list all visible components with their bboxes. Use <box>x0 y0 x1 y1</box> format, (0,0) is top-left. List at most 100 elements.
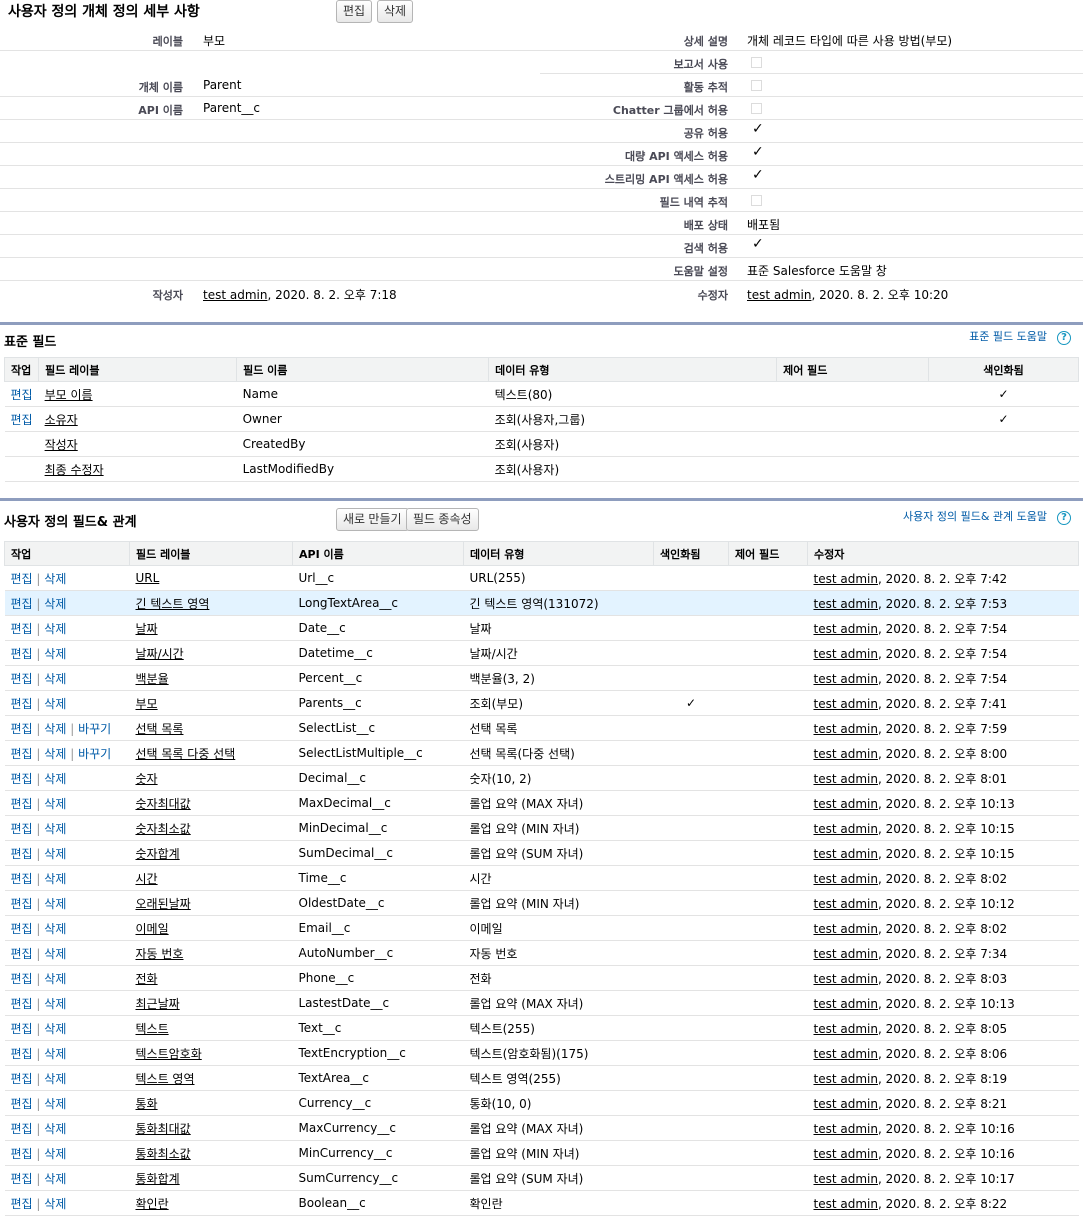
field-label-link[interactable]: 확인란 <box>136 1197 169 1211</box>
modified-by-user-link[interactable]: test admin <box>814 722 878 736</box>
delete-link[interactable]: 삭제 <box>44 1097 66 1111</box>
delete-link[interactable]: 삭제 <box>44 1197 66 1211</box>
modified-by-user-link[interactable]: test admin <box>814 1122 878 1136</box>
modified-by-user-link[interactable]: test admin <box>814 622 878 636</box>
delete-link[interactable]: 삭제 <box>44 1122 66 1136</box>
delete-link[interactable]: 삭제 <box>44 1047 66 1061</box>
edit-link[interactable]: 편집 <box>11 388 33 402</box>
delete-link[interactable]: 삭제 <box>44 772 66 786</box>
edit-link[interactable]: 편집 <box>11 672 33 686</box>
delete-link[interactable]: 삭제 <box>44 997 66 1011</box>
field-label-link[interactable]: 부모 <box>136 697 158 711</box>
modified-by-user-link[interactable]: test admin <box>814 797 878 811</box>
edit-link[interactable]: 편집 <box>11 1072 33 1086</box>
delete-object-button[interactable]: 삭제 <box>377 0 414 23</box>
modified-by-user-link[interactable]: test admin <box>814 572 878 586</box>
delete-link[interactable]: 삭제 <box>44 747 66 761</box>
edit-link[interactable]: 편집 <box>11 947 33 961</box>
modified-by-user-link[interactable]: test admin <box>814 847 878 861</box>
modified-by-user-link[interactable]: test admin <box>814 1047 878 1061</box>
created-by-user-link[interactable]: test admin <box>203 288 267 302</box>
edit-link[interactable]: 편집 <box>11 822 33 836</box>
delete-link[interactable]: 삭제 <box>44 972 66 986</box>
modified-by-user-link[interactable]: test admin <box>814 1022 878 1036</box>
new-field-button[interactable]: 새로 만들기 <box>336 508 409 531</box>
delete-link[interactable]: 삭제 <box>44 672 66 686</box>
edit-link[interactable]: 편집 <box>11 1172 33 1186</box>
edit-link[interactable]: 편집 <box>11 1122 33 1136</box>
field-label-link[interactable]: 소유자 <box>45 413 78 427</box>
edit-link[interactable]: 편집 <box>11 647 33 661</box>
delete-link[interactable]: 삭제 <box>44 572 66 586</box>
edit-link[interactable]: 편집 <box>11 597 33 611</box>
delete-link[interactable]: 삭제 <box>44 1147 66 1161</box>
delete-link[interactable]: 삭제 <box>44 722 66 736</box>
modified-by-user-link[interactable]: test admin <box>814 1172 878 1186</box>
field-label-link[interactable]: 자동 번호 <box>136 947 184 961</box>
field-label-link[interactable]: 시간 <box>136 872 158 886</box>
modified-by-user-link[interactable]: test admin <box>814 897 878 911</box>
edit-link[interactable]: 편집 <box>11 1097 33 1111</box>
delete-link[interactable]: 삭제 <box>44 897 66 911</box>
modified-by-user-link[interactable]: test admin <box>814 672 878 686</box>
replace-link[interactable]: 바꾸기 <box>78 747 111 761</box>
modified-by-user-link[interactable]: test admin <box>814 1097 878 1111</box>
edit-object-button[interactable]: 편집 <box>336 0 373 23</box>
delete-link[interactable]: 삭제 <box>44 1072 66 1086</box>
field-label-link[interactable]: 숫자 <box>136 772 158 786</box>
field-label-link[interactable]: 작성자 <box>45 438 78 452</box>
field-label-link[interactable]: 부모 이름 <box>45 388 93 402</box>
delete-link[interactable]: 삭제 <box>44 947 66 961</box>
modified-by-user-link[interactable]: test admin <box>814 997 878 1011</box>
edit-link[interactable]: 편집 <box>11 747 33 761</box>
delete-link[interactable]: 삭제 <box>44 797 66 811</box>
field-label-link[interactable]: 통화최대값 <box>136 1122 191 1136</box>
modified-by-user-link[interactable]: test admin <box>814 972 878 986</box>
modified-by-user-link[interactable]: test admin <box>814 1147 878 1161</box>
delete-link[interactable]: 삭제 <box>44 647 66 661</box>
field-label-link[interactable]: 전화 <box>136 972 158 986</box>
delete-link[interactable]: 삭제 <box>44 847 66 861</box>
delete-link[interactable]: 삭제 <box>44 922 66 936</box>
field-label-link[interactable]: 텍스트암호화 <box>136 1047 202 1061</box>
custom-fields-help-link[interactable]: 사용자 정의 필드& 관계 도움말? <box>903 508 1071 525</box>
edit-link[interactable]: 편집 <box>11 1022 33 1036</box>
modified-by-user-link[interactable]: test admin <box>814 597 878 611</box>
edit-link[interactable]: 편집 <box>11 847 33 861</box>
field-label-link[interactable]: 선택 목록 다중 선택 <box>136 747 236 761</box>
modified-by-user-link[interactable]: test admin <box>814 1197 878 1211</box>
field-label-link[interactable]: 최종 수정자 <box>45 463 104 477</box>
edit-link[interactable]: 편집 <box>11 1047 33 1061</box>
field-label-link[interactable]: 백분율 <box>136 672 169 686</box>
edit-link[interactable]: 편집 <box>11 972 33 986</box>
edit-link[interactable]: 편집 <box>11 1197 33 1211</box>
delete-link[interactable]: 삭제 <box>44 822 66 836</box>
edit-link[interactable]: 편집 <box>11 897 33 911</box>
delete-link[interactable]: 삭제 <box>44 1022 66 1036</box>
delete-link[interactable]: 삭제 <box>44 622 66 636</box>
field-label-link[interactable]: 숫자최대값 <box>136 797 191 811</box>
delete-link[interactable]: 삭제 <box>44 597 66 611</box>
modified-by-user-link[interactable]: test admin <box>814 747 878 761</box>
field-label-link[interactable]: 날짜/시간 <box>136 647 184 661</box>
field-dependencies-button[interactable]: 필드 종속성 <box>406 508 479 531</box>
replace-link[interactable]: 바꾸기 <box>78 722 111 736</box>
modified-by-user-link[interactable]: test admin <box>814 647 878 661</box>
field-label-link[interactable]: 통화합계 <box>136 1172 180 1186</box>
edit-link[interactable]: 편집 <box>11 997 33 1011</box>
modified-by-user-link[interactable]: test admin <box>814 1072 878 1086</box>
field-label-link[interactable]: 통화최소값 <box>136 1147 191 1161</box>
field-label-link[interactable]: 최근날짜 <box>136 997 180 1011</box>
edit-link[interactable]: 편집 <box>11 872 33 886</box>
standard-fields-help-link[interactable]: 표준 필드 도움말? <box>969 328 1071 345</box>
modified-by-user-link[interactable]: test admin <box>814 772 878 786</box>
field-label-link[interactable]: 날짜 <box>136 622 158 636</box>
edit-link[interactable]: 편집 <box>11 572 33 586</box>
delete-link[interactable]: 삭제 <box>44 1172 66 1186</box>
modified-by-user-link[interactable]: test admin <box>814 922 878 936</box>
edit-link[interactable]: 편집 <box>11 697 33 711</box>
edit-link[interactable]: 편집 <box>11 922 33 936</box>
field-label-link[interactable]: 이메일 <box>136 922 169 936</box>
delete-link[interactable]: 삭제 <box>44 697 66 711</box>
delete-link[interactable]: 삭제 <box>44 872 66 886</box>
